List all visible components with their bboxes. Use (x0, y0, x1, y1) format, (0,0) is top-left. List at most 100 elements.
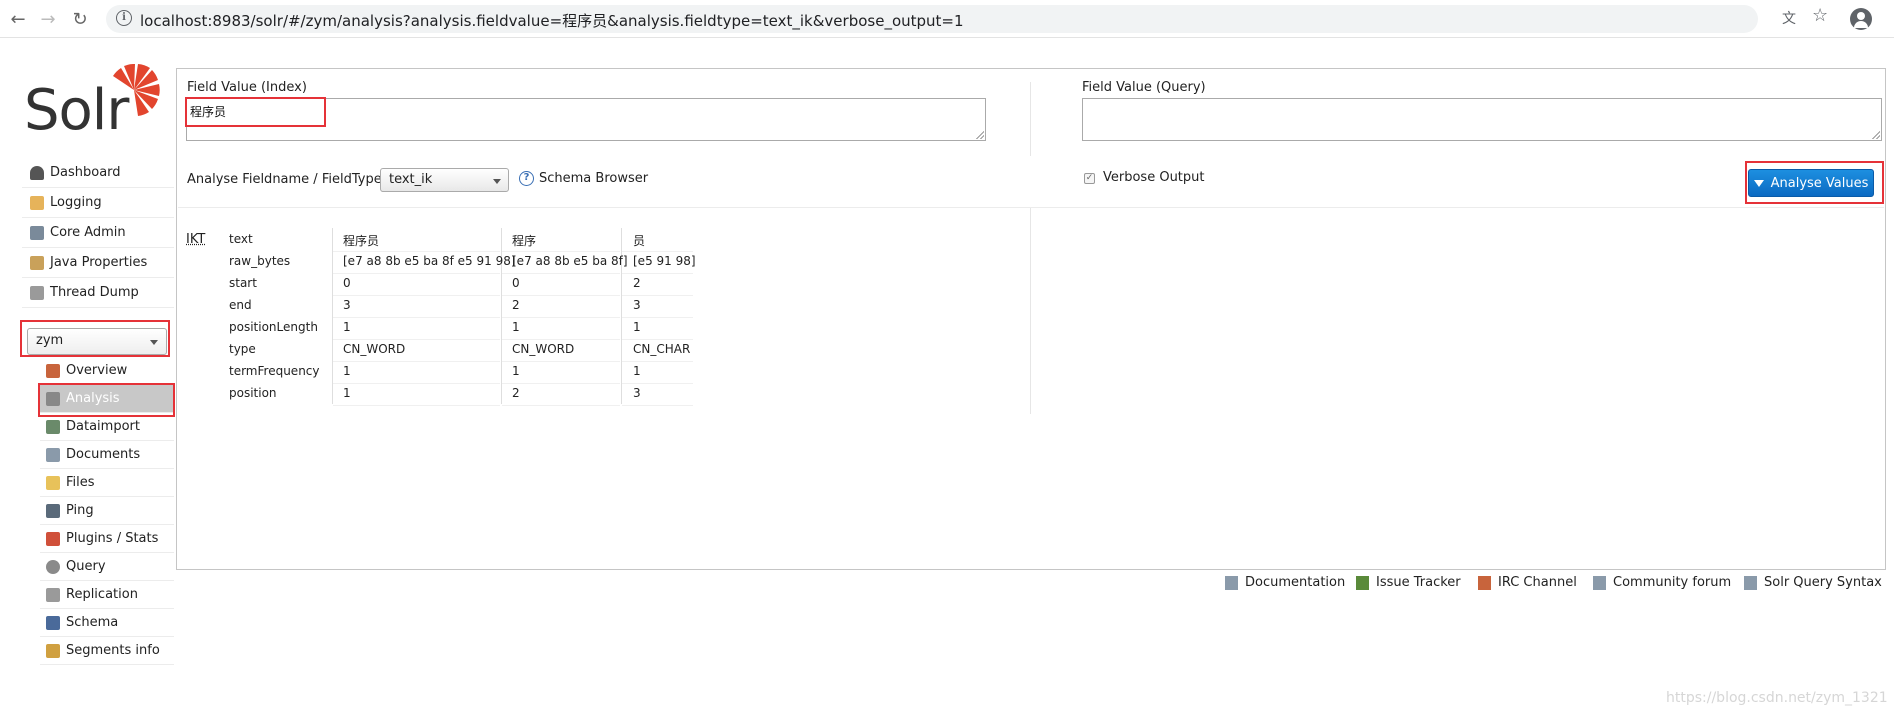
nav-logging[interactable]: Logging (22, 188, 174, 218)
solr-logo[interactable]: Solr (24, 64, 164, 144)
help-icon[interactable]: ? (519, 171, 534, 186)
documentation-icon (1225, 575, 1238, 590)
token-cell: 1 (512, 364, 520, 378)
logging-icon (30, 195, 44, 210)
profile-icon[interactable] (1850, 8, 1872, 30)
footer-community-forum[interactable]: Community forum (1593, 575, 1731, 590)
nav-dashboard[interactable]: Dashboard (22, 158, 174, 188)
fieldtype-select[interactable]: text_ik (380, 168, 509, 192)
plugins-icon (46, 531, 60, 546)
nav-thread-dump[interactable]: Thread Dump (22, 278, 174, 308)
nav-label: Ping (66, 503, 94, 518)
row-divider (622, 273, 693, 274)
token-attr-label: positionLength (229, 320, 318, 334)
index-value-label: Field Value (Index) (187, 80, 307, 95)
footer-label: Issue Tracker (1376, 575, 1461, 590)
nav-label: Replication (66, 587, 138, 602)
nav-label: Schema (66, 615, 119, 630)
row-divider (333, 361, 500, 362)
nav-documents[interactable]: Documents (40, 441, 174, 469)
highlight-box (185, 97, 326, 127)
fieldtype-label: Analyse Fieldname / FieldType: (187, 172, 387, 187)
dataimport-icon (46, 419, 60, 434)
nav-schema[interactable]: Schema (40, 609, 174, 637)
token-cell: 程序员 (343, 234, 380, 248)
token-cell: 2 (633, 276, 641, 290)
verbose-checkbox[interactable]: ✓ (1084, 173, 1095, 184)
token-cell: 1 (343, 364, 351, 378)
replication-icon (46, 587, 60, 602)
nav-label: Query (66, 559, 106, 574)
footer-documentation[interactable]: Documentation (1225, 575, 1345, 590)
nav-files[interactable]: Files (40, 469, 174, 497)
token-cell: 1 (512, 320, 520, 334)
footer-irc-channel[interactable]: IRC Channel (1478, 575, 1577, 590)
info-icon[interactable]: i (116, 10, 132, 26)
nav-label: Java Properties (50, 255, 148, 270)
browser-toolbar: ← → ↻ i localhost:8983/solr/#/zym/analys… (0, 0, 1894, 38)
row-divider (622, 339, 693, 340)
tokenizer-name[interactable]: IKT (186, 232, 205, 247)
home-icon (46, 363, 60, 378)
nav-label: Files (66, 475, 95, 490)
query-value-input[interactable] (1082, 98, 1882, 141)
nav-segments-info[interactable]: Segments info (40, 637, 174, 665)
nav-core-admin[interactable]: Core Admin (22, 218, 174, 248)
star-icon[interactable]: ☆ (1812, 5, 1828, 26)
token-attr-label: text (229, 232, 253, 246)
nav-label: Segments info (66, 643, 160, 658)
community-forum-icon (1593, 575, 1606, 590)
verbose-label: Verbose Output (1103, 170, 1205, 185)
nav-replication[interactable]: Replication (40, 581, 174, 609)
token-cell: 2 (512, 386, 520, 400)
thread-dump-icon (30, 285, 44, 300)
token-cell: 3 (633, 386, 641, 400)
nav-label: Documents (66, 447, 141, 462)
token-cell: 0 (512, 276, 520, 290)
issue-tracker-icon (1356, 575, 1369, 590)
translate-icon[interactable]: 文 (1782, 8, 1796, 28)
row-divider (333, 383, 500, 384)
schema-icon (46, 615, 60, 630)
row-divider (502, 361, 620, 362)
address-bar[interactable]: i localhost:8983/solr/#/zym/analysis?ana… (106, 5, 1758, 33)
token-attr-label: end (229, 298, 252, 312)
highlight-box (20, 320, 170, 357)
token-attr-label: type (229, 342, 256, 356)
nav-label: Core Admin (50, 225, 126, 240)
token-cell: 1 (343, 386, 351, 400)
nav-plugins-stats[interactable]: Plugins / Stats (40, 525, 174, 553)
row-divider (502, 251, 620, 252)
token-cell: CN_CHAR (633, 342, 691, 356)
nav-java-properties[interactable]: Java Properties (22, 248, 174, 278)
schema-browser-link[interactable]: Schema Browser (539, 171, 648, 186)
row-divider (622, 295, 693, 296)
nav-overview[interactable]: Overview (40, 357, 174, 385)
footer-issue-tracker[interactable]: Issue Tracker (1356, 575, 1461, 590)
row-divider (333, 251, 500, 252)
token-cell: 2 (512, 298, 520, 312)
nav-dataimport[interactable]: Dataimport (40, 413, 174, 441)
solr-query-syntax-icon (1744, 575, 1757, 590)
divider (1030, 208, 1031, 414)
row-divider (622, 251, 693, 252)
nav-label: Plugins / Stats (66, 531, 159, 546)
reload-icon[interactable]: ↻ (68, 7, 92, 31)
row-divider (333, 295, 500, 296)
token-attr-label: raw_bytes (229, 254, 291, 268)
back-icon[interactable]: ← (6, 7, 30, 31)
url-text[interactable]: localhost:8983/solr/#/zym/analysis?analy… (140, 10, 964, 31)
dashboard-icon (30, 165, 44, 180)
resize-handle-icon[interactable] (1872, 131, 1880, 139)
nav-query[interactable]: Query (40, 553, 174, 581)
footer-solr-query-syntax[interactable]: Solr Query Syntax (1744, 575, 1882, 590)
forward-icon[interactable]: → (36, 7, 60, 31)
row-divider (333, 273, 500, 274)
token-cell: 3 (343, 298, 351, 312)
row-divider (333, 405, 500, 406)
folder-icon (46, 475, 60, 490)
token-cell: 3 (633, 298, 641, 312)
nav-ping[interactable]: Ping (40, 497, 174, 525)
token-cell: [e5 91 98] (633, 254, 696, 268)
resize-handle-icon[interactable] (976, 131, 984, 139)
